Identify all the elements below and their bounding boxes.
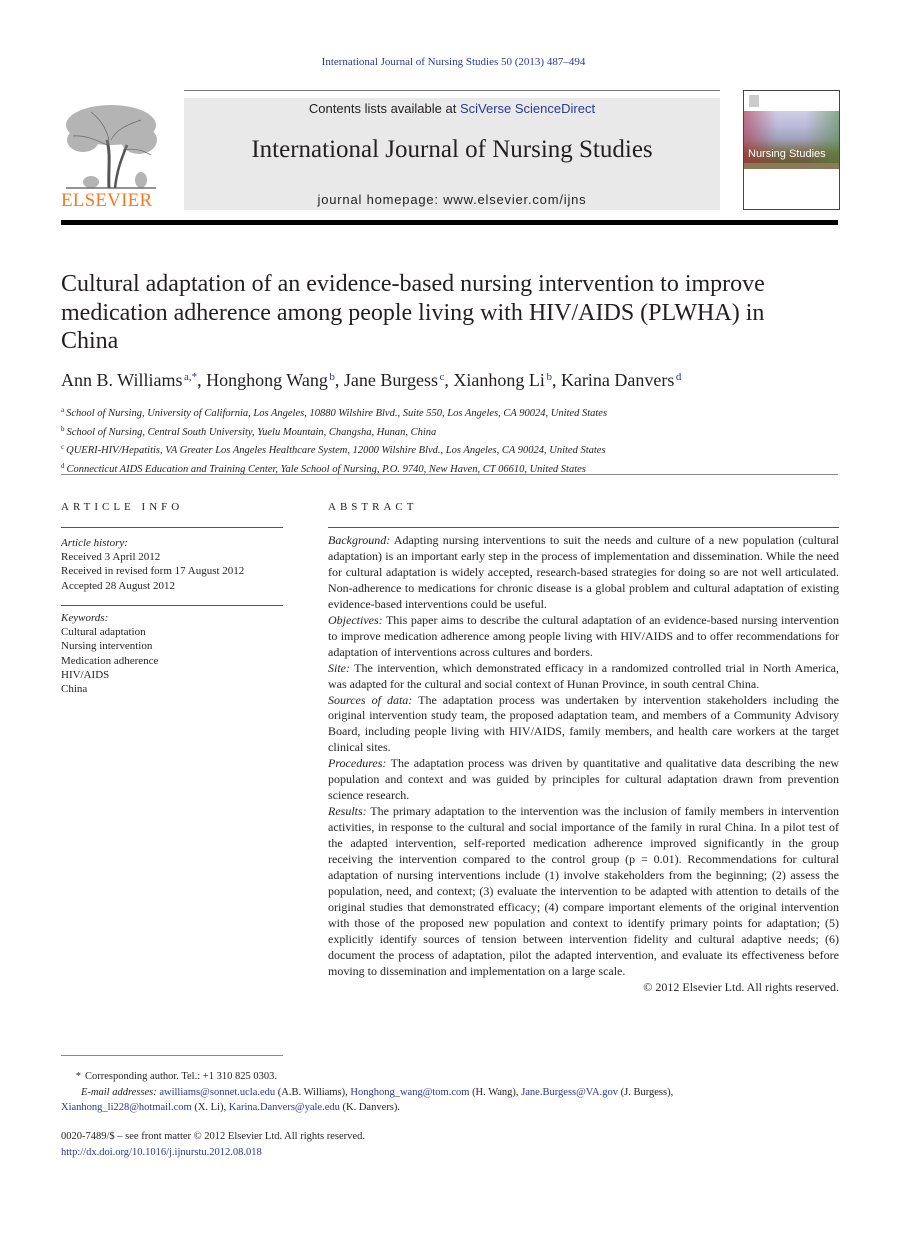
abstract-copyright: © 2012 Elsevier Ltd. All rights reserved… bbox=[643, 979, 839, 994]
author-affiliation-link[interactable]: d bbox=[676, 371, 682, 383]
affiliation-item: b School of Nursing, Central South Univer… bbox=[61, 422, 607, 441]
article-title: Cultural adaptation of an evidence-based… bbox=[61, 271, 765, 354]
journal-title: International Journal of Nursing Studies bbox=[251, 136, 653, 163]
email-addresses: E-mail addresses: awilliams@sonnet.ucla.… bbox=[81, 1086, 674, 1098]
cover-title: Nursing Studies bbox=[748, 148, 826, 160]
contents-prefix: Contents lists available at bbox=[308, 101, 460, 116]
affiliation-item: a School of Nursing, University of Califo… bbox=[61, 403, 607, 422]
affiliation-item: c QUERI-HIV/Hepatitis, VA Greater Los Ang… bbox=[61, 440, 607, 459]
affiliation-list: a School of Nursing, University of Califo… bbox=[61, 403, 607, 477]
history-revised: Received in revised form 17 August 2012 bbox=[61, 565, 245, 578]
keywords-label: Keywords: bbox=[61, 612, 109, 624]
cover-strip bbox=[744, 163, 839, 169]
keyword-item: HIV/AIDS bbox=[61, 668, 110, 681]
journal-homepage[interactable]: journal homepage: www.elsevier.com/ijns bbox=[184, 192, 720, 207]
email-link[interactable]: Honghong_wang@tom.com bbox=[350, 1087, 469, 1098]
corresponding-author-text: Corresponding author. Tel.: +1 310 825 0… bbox=[85, 1071, 277, 1082]
cover-publisher-icon bbox=[749, 95, 759, 107]
affiliation-text: School of Nursing, University of Califor… bbox=[66, 408, 608, 419]
abstract-heading: ABSTRACT bbox=[328, 501, 418, 513]
affiliation-key: c bbox=[61, 443, 65, 451]
page-footer: 0020-7489/$ – see front matter © 2012 El… bbox=[61, 1129, 365, 1160]
author-affiliation-link[interactable]: a,* bbox=[184, 371, 197, 383]
article-history: Article history: Received 3 April 2012 R… bbox=[61, 536, 244, 593]
keyword-item: Medication adherence bbox=[61, 654, 159, 667]
affiliation-key: d bbox=[61, 461, 65, 470]
abstract-background: Background: Adapting nursing interventio… bbox=[328, 533, 839, 611]
abstract-sources-of-data: Sources of data: The adaptation process … bbox=[328, 692, 839, 755]
author-name: Jane Burgess bbox=[343, 370, 439, 390]
footnote-rule bbox=[61, 1055, 283, 1056]
author-affiliation-link[interactable]: c bbox=[440, 371, 445, 383]
abstract-body: Background: Adapting nursing interventio… bbox=[328, 533, 839, 996]
author-affiliation-link[interactable]: b bbox=[329, 371, 335, 383]
running-head[interactable]: International Journal of Nursing Studies… bbox=[0, 56, 907, 68]
article-info-heading: ARTICLE INFO bbox=[61, 501, 184, 513]
journal-masthead: Contents lists available at SciVerse Sci… bbox=[184, 98, 720, 210]
elsevier-wordmark[interactable]: ELSEVIER bbox=[61, 190, 161, 212]
header-divider bbox=[61, 474, 838, 475]
article-history-label: Article history: bbox=[61, 537, 128, 549]
affiliation-key: a bbox=[61, 406, 65, 414]
abstract-objectives: Objectives: This paper aims to describe … bbox=[328, 612, 839, 659]
keywords: Keywords: Cultural adaptation Nursing in… bbox=[61, 611, 158, 696]
abstract-results: Results: The primary adaptation to the i… bbox=[328, 804, 839, 978]
affiliation-key: b bbox=[61, 424, 65, 433]
doi-link[interactable]: http://dx.doi.org/10.1016/j.ijnurstu.201… bbox=[61, 1145, 365, 1161]
abstract-rule bbox=[328, 527, 839, 528]
author-name: Ann B. Williams bbox=[61, 370, 183, 390]
masthead-rule-top bbox=[184, 90, 720, 91]
keyword-item: Nursing intervention bbox=[61, 640, 153, 653]
abstract-procedures: Procedures: The adaptation process was d… bbox=[328, 756, 839, 803]
footnotes: * Corresponding author. Tel.: +1 310 825 … bbox=[61, 1069, 821, 1116]
journal-cover-thumbnail[interactable]: Nursing Studies bbox=[743, 90, 840, 210]
keywords-rule bbox=[61, 605, 283, 606]
affiliation-text: Connecticut AIDS Education and Training … bbox=[66, 463, 586, 475]
footnote-star: * bbox=[75, 1071, 81, 1082]
author-list: Ann B. Williams a,*, Honghong Wang b, Ja… bbox=[61, 370, 682, 390]
keyword-item: Cultural adaptation bbox=[61, 626, 146, 639]
history-received: Received 3 April 2012 bbox=[61, 551, 161, 564]
corresponding-author-note: * Corresponding author. Tel.: +1 310 825 … bbox=[61, 1069, 821, 1085]
author-name: Xianhong Li bbox=[453, 370, 545, 390]
sciencedirect-link[interactable]: SciVerse ScienceDirect bbox=[460, 101, 595, 116]
affiliation-text: QUERI-HIV/Hepatitis, VA Greater Los Ange… bbox=[66, 445, 606, 456]
keyword-item: China bbox=[61, 683, 88, 696]
email-label: E-mail addresses: bbox=[81, 1086, 157, 1098]
email-link[interactable]: Xianhong_li228@hotmail.com bbox=[61, 1102, 192, 1113]
email-addresses-cont: Xianhong_li228@hotmail.com (X. Li), Kari… bbox=[61, 1102, 400, 1113]
issn-line: 0020-7489/$ – see front matter © 2012 El… bbox=[61, 1131, 365, 1142]
author-affiliation-link[interactable]: b bbox=[546, 371, 552, 383]
history-accepted: Accepted 28 August 2012 bbox=[61, 579, 175, 592]
email-link[interactable]: Karina.Danvers@yale.edu bbox=[229, 1102, 340, 1113]
article-info-rule bbox=[61, 527, 283, 528]
masthead-divider bbox=[61, 220, 838, 225]
email-link[interactable]: awilliams@sonnet.ucla.edu bbox=[159, 1087, 275, 1098]
contents-line: Contents lists available at SciVerse Sci… bbox=[184, 101, 720, 116]
abstract-site: Site: The intervention, which demonstrat… bbox=[328, 660, 839, 691]
author-name: Honghong Wang bbox=[206, 370, 328, 390]
affiliation-text: School of Nursing, Central South Univers… bbox=[66, 426, 437, 438]
author-name: Karina Danvers bbox=[560, 370, 675, 390]
email-link[interactable]: Jane.Burgess@VA.gov bbox=[521, 1087, 618, 1098]
